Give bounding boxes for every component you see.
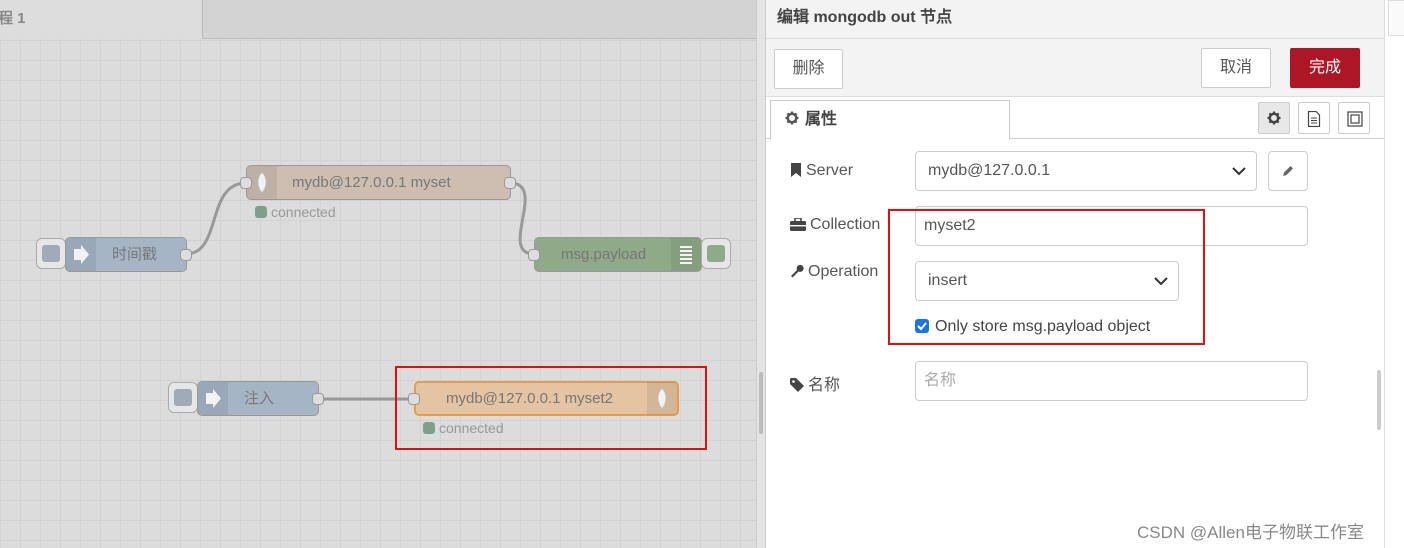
inject-button[interactable] (168, 382, 198, 413)
settings-tab-button[interactable] (1258, 102, 1290, 134)
debug-input-port[interactable] (528, 249, 540, 261)
tray-toolbar: 删除 取消 完成 (766, 39, 1385, 97)
mongodb-in-node[interactable]: mydb@127.0.0.1 myset (246, 165, 511, 200)
debug-node[interactable]: msg.payload (534, 237, 702, 272)
inject-output-port[interactable] (312, 393, 324, 405)
tag-icon (790, 378, 804, 392)
watermark: CSDN @Allen电子物联工作室 (1137, 523, 1364, 542)
tray-tab-row: 属性 (766, 97, 1385, 140)
server-label: Server (790, 162, 853, 180)
node-label: msg.payload (561, 246, 647, 263)
wrench-icon (791, 264, 804, 278)
sidebar-edge (1384, 0, 1404, 548)
tab-properties[interactable]: 属性 (770, 100, 1010, 140)
tray-title: 编辑 mongodb out 节点 (766, 0, 1385, 39)
delete-button[interactable]: 删除 (774, 49, 843, 89)
editor-tray: 编辑 mongodb out 节点 删除 取消 完成 属性 Server myd… (765, 0, 1385, 548)
gear-icon (1267, 111, 1281, 125)
chevron-down-icon (1232, 167, 1246, 176)
file-text-icon (1307, 111, 1321, 127)
name-label: 名称 (790, 371, 840, 395)
operation-label: Operation (790, 263, 878, 281)
wire-layer (185, 181, 535, 401)
bookmark-icon (791, 163, 801, 177)
node-label: mydb@127.0.0.1 myset (292, 174, 451, 191)
debug-list-icon (671, 238, 701, 271)
appearance-tab-button[interactable] (1338, 102, 1370, 134)
arrow-in-icon (198, 382, 228, 415)
status-dot (255, 206, 267, 218)
name-placeholder: 名称 (924, 372, 957, 389)
timestamp-inject-node[interactable]: 时间戳 (65, 237, 187, 272)
timestamp-output-port[interactable] (180, 249, 192, 261)
server-select[interactable]: mydb@127.0.0.1 (915, 151, 1257, 191)
node-highlight-box (395, 366, 707, 450)
workspace: 程 1 mydb@127.0.0.1 myset connected 时间戳 m… (0, 0, 756, 548)
mongodb-in-output-port[interactable] (504, 177, 516, 189)
node-label: 时间戳 (112, 246, 158, 263)
mongodb-in-status: connected (255, 204, 336, 220)
cancel-button[interactable]: 取消 (1201, 48, 1271, 88)
debug-toggle-button[interactable] (701, 238, 731, 269)
wire-mongo-in-to-debug (509, 181, 535, 256)
description-tab-button[interactable] (1298, 102, 1330, 134)
arrow-in-icon (66, 238, 96, 271)
workspace-splitter[interactable] (756, 0, 765, 548)
inject-node[interactable]: 注入 (197, 381, 319, 416)
done-button[interactable]: 完成 (1290, 48, 1360, 88)
briefcase-icon (790, 217, 806, 231)
tray-scrollbar[interactable] (1377, 370, 1381, 430)
wire-timestamp-to-mongo-in (185, 181, 247, 256)
name-input[interactable]: 名称 (915, 361, 1308, 401)
config-highlight-box (888, 209, 1205, 345)
mongodb-in-input-port[interactable] (240, 177, 252, 189)
pencil-icon (1283, 166, 1293, 176)
edit-server-button[interactable] (1268, 151, 1308, 191)
appearance-icon (1347, 111, 1363, 127)
collection-label: Collection (790, 216, 880, 234)
timestamp-inject-button[interactable] (36, 238, 66, 269)
gear-icon (785, 111, 799, 125)
node-label: 注入 (244, 390, 275, 407)
